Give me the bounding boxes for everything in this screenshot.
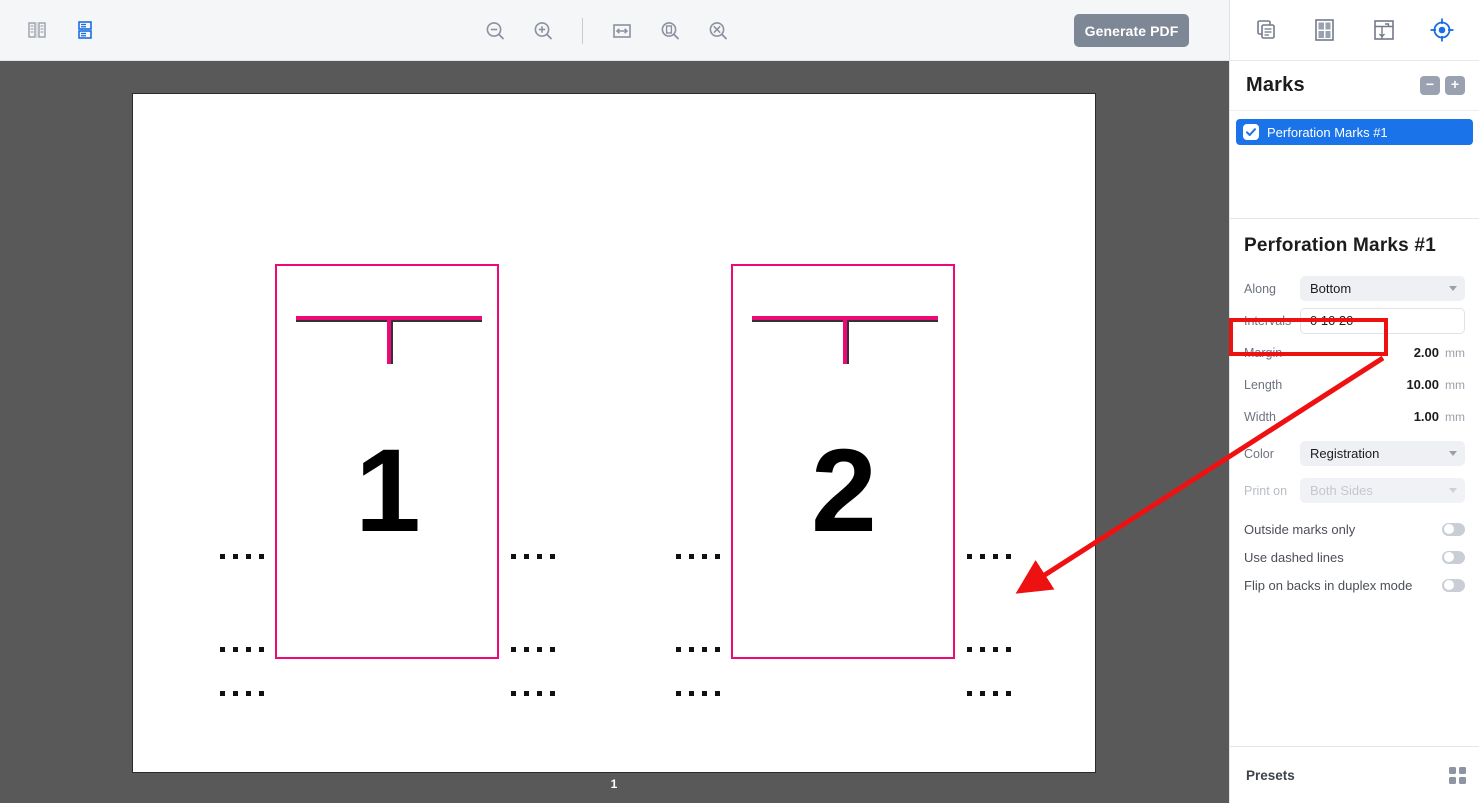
margin-value[interactable]: 2.00 — [1300, 345, 1439, 360]
field-print-on: Print on Both Sides — [1244, 475, 1465, 506]
add-mark-button[interactable]: + — [1445, 76, 1465, 95]
intervals-input-value: 0 10 20 — [1310, 313, 1354, 328]
panel-tab-bar — [1230, 0, 1479, 61]
print-on-select: Both Sides — [1300, 478, 1465, 503]
field-intervals: Intervals 0 10 20 — [1244, 305, 1465, 336]
along-select[interactable]: Bottom — [1300, 276, 1465, 301]
field-label: Print on — [1244, 483, 1288, 498]
field-label: Width — [1244, 409, 1276, 424]
presets-footer: Presets — [1230, 746, 1479, 803]
perforation-mark — [967, 647, 1012, 652]
right-panel: Marks − + Perforation Marks #1 Perforati… — [1229, 0, 1479, 803]
toggle-use-dashed-lines: Use dashed lines — [1244, 543, 1465, 571]
top-toolbar: Generate PDF — [0, 0, 1229, 61]
toggle-flip-on-backs: Flip on backs in duplex mode — [1244, 571, 1465, 599]
actual-size-icon[interactable] — [703, 16, 733, 46]
toggle-knob — [1443, 552, 1454, 562]
sheet-page-number: 1 — [610, 777, 618, 791]
perforation-mark — [511, 554, 556, 559]
app-root: Generate PDF 1 2 1 Marks − + Perforation… — [0, 0, 1479, 803]
width-value[interactable]: 1.00 — [1300, 409, 1439, 424]
presets-label: Presets — [1246, 767, 1295, 783]
toggle-knob — [1443, 524, 1454, 534]
t-mark-stem — [387, 320, 391, 364]
presets-grid-icon[interactable] — [1449, 766, 1466, 784]
field-margin: Margin 2.00 mm — [1244, 337, 1465, 368]
layout-tab[interactable] — [1364, 10, 1404, 50]
chevron-down-icon — [1449, 451, 1457, 456]
perforation-mark — [511, 691, 556, 696]
mark-detail-title: Perforation Marks #1 — [1244, 235, 1436, 256]
field-label: Length — [1244, 377, 1283, 392]
intervals-input[interactable]: 0 10 20 — [1300, 307, 1465, 334]
field-length: Length 10.00 mm — [1244, 369, 1465, 400]
field-along: Along Bottom — [1244, 273, 1465, 304]
marks-title: Marks — [1246, 74, 1305, 96]
t-mark-stem — [843, 320, 847, 364]
use-dashed-lines-toggle[interactable] — [1442, 550, 1465, 564]
field-label: Color — [1244, 446, 1274, 461]
marks-list: Perforation Marks #1 — [1230, 111, 1479, 218]
length-value[interactable]: 10.00 — [1300, 377, 1439, 392]
perforation-mark — [220, 647, 265, 652]
width-unit: mm — [1445, 409, 1465, 424]
field-color: Color Registration — [1244, 438, 1465, 469]
toggle-label: Use dashed lines — [1244, 549, 1344, 565]
fit-width-icon[interactable] — [607, 16, 637, 46]
page-number-label-2: 2 — [811, 425, 877, 557]
field-label: Intervals — [1244, 313, 1292, 328]
field-label: Margin — [1244, 345, 1283, 360]
color-select[interactable]: Registration — [1300, 441, 1465, 466]
mark-enabled-checkbox[interactable] — [1243, 124, 1259, 140]
zoom-out-icon[interactable] — [480, 16, 510, 46]
outside-marks-only-toggle[interactable] — [1442, 522, 1465, 536]
perforation-mark — [967, 554, 1012, 559]
perforation-mark — [676, 554, 721, 559]
perforation-mark — [967, 691, 1012, 696]
toolbar-divider — [582, 17, 583, 44]
view-mode-group — [22, 15, 100, 45]
imposition-tab[interactable] — [1305, 10, 1345, 50]
perforation-mark — [220, 691, 265, 696]
toggle-label: Flip on backs in duplex mode — [1244, 577, 1413, 593]
margin-unit: mm — [1445, 345, 1465, 360]
mark-detail-section: Perforation Marks #1 Along Bottom Interv… — [1230, 219, 1479, 599]
perforation-mark — [511, 647, 556, 652]
print-on-select-value: Both Sides — [1310, 483, 1373, 498]
chevron-down-icon — [1449, 488, 1457, 493]
sheet-preview: 1 2 — [132, 93, 1096, 773]
marks-header: Marks − + — [1230, 61, 1479, 111]
toggle-label: Outside marks only — [1244, 521, 1356, 537]
fit-page-icon[interactable] — [655, 16, 685, 46]
generate-pdf-button[interactable]: Generate PDF — [1074, 14, 1189, 47]
two-column-view-icon[interactable] — [22, 15, 52, 45]
stacked-rows-view-icon[interactable] — [70, 15, 100, 45]
remove-mark-button[interactable]: − — [1420, 76, 1440, 95]
field-label: Along — [1244, 281, 1276, 296]
flip-on-backs-toggle[interactable] — [1442, 578, 1465, 592]
toggle-outside-marks-only: Outside marks only — [1244, 515, 1465, 543]
along-select-value: Bottom — [1310, 281, 1352, 296]
length-unit: mm — [1445, 377, 1465, 392]
zoom-controls — [480, 0, 733, 61]
documents-tab[interactable] — [1247, 10, 1287, 50]
toggle-knob — [1443, 580, 1454, 590]
field-width: Width 1.00 mm — [1244, 401, 1465, 432]
zoom-in-icon[interactable] — [528, 16, 558, 46]
page-number-label-1: 1 — [355, 425, 421, 557]
document-canvas[interactable]: 1 2 1 — [0, 61, 1229, 803]
perforation-mark — [676, 691, 721, 696]
marks-tab[interactable] — [1422, 10, 1462, 50]
perforation-mark — [220, 554, 265, 559]
mark-item-label: Perforation Marks #1 — [1267, 124, 1388, 140]
list-item[interactable]: Perforation Marks #1 — [1236, 119, 1473, 145]
perforation-mark — [676, 647, 721, 652]
color-select-value: Registration — [1310, 446, 1380, 461]
chevron-down-icon — [1449, 286, 1457, 291]
